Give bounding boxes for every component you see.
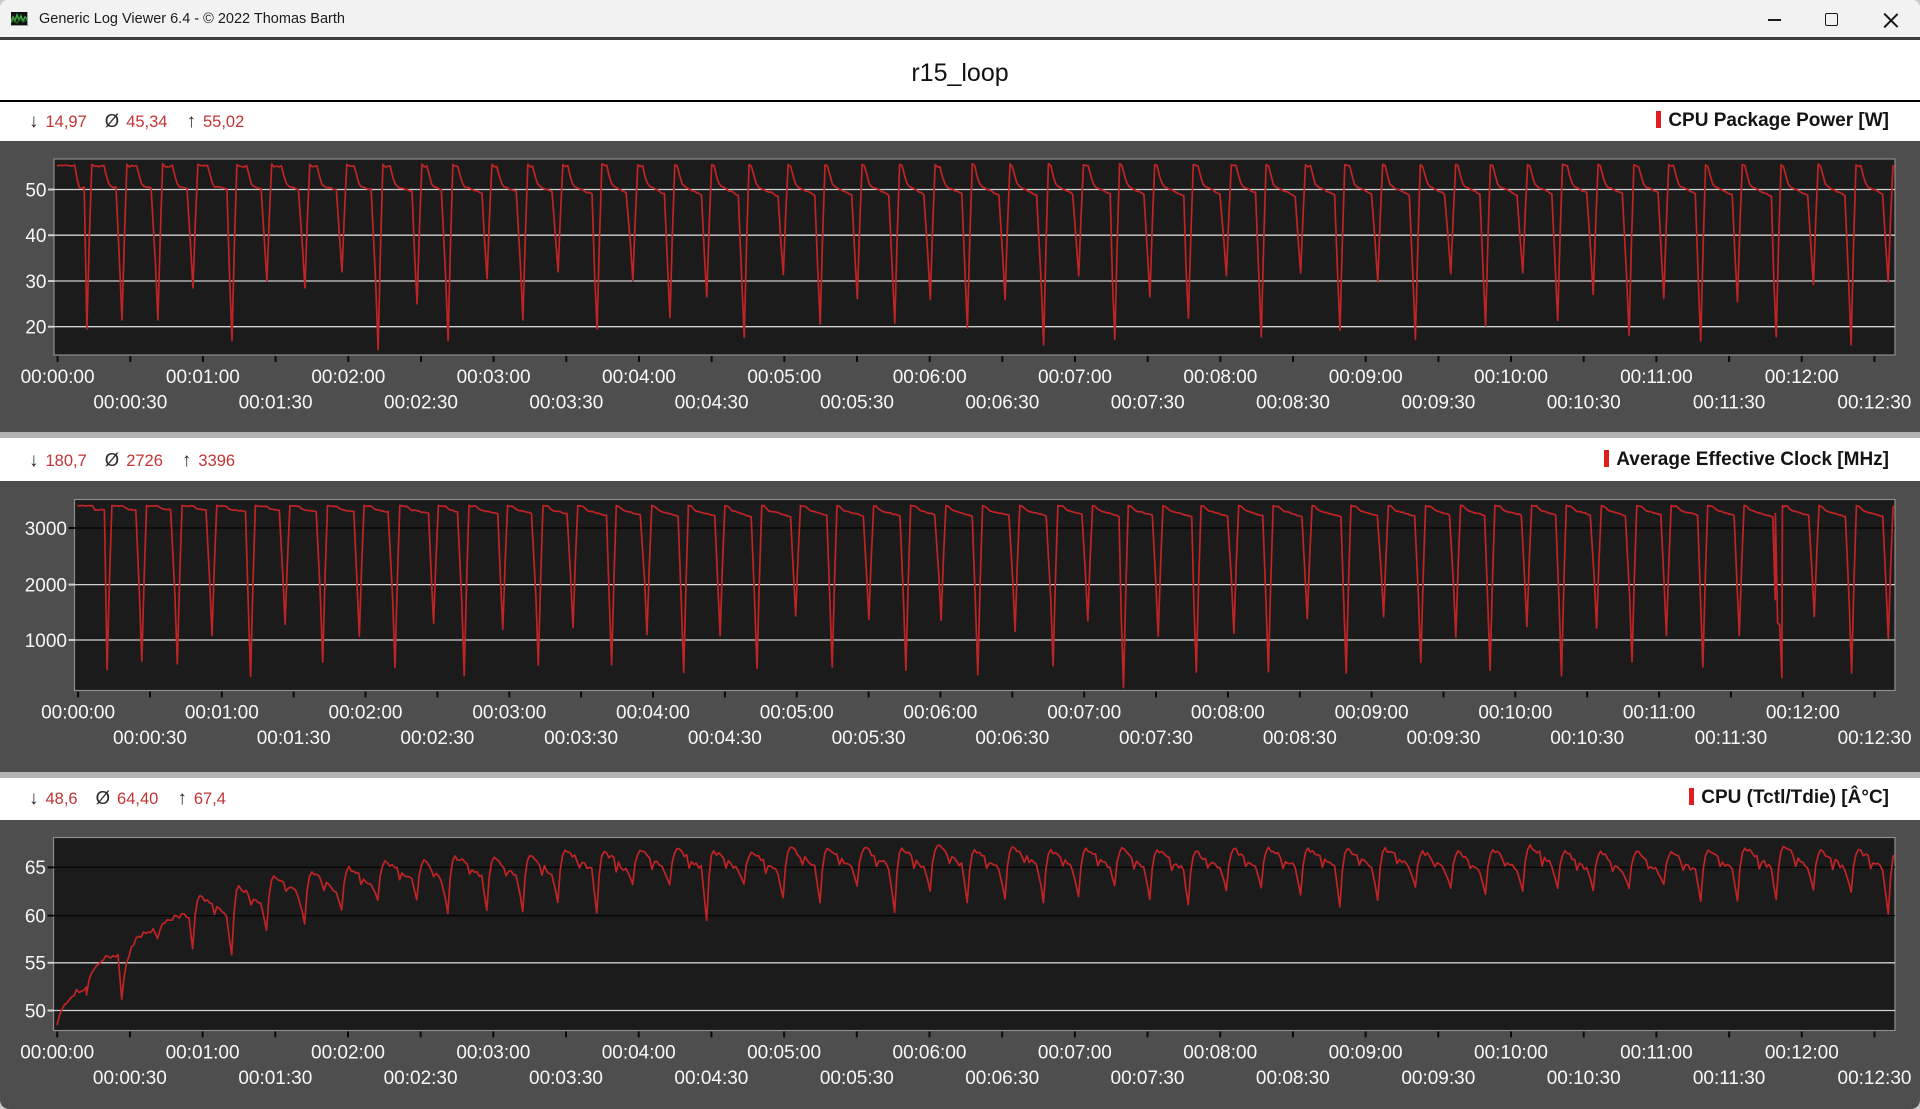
svg-text:30: 30: [25, 272, 46, 293]
svg-text:00:00:30: 00:00:30: [113, 728, 187, 749]
svg-text:00:00:30: 00:00:30: [93, 1068, 167, 1089]
svg-text:00:01:00: 00:01:00: [166, 1043, 240, 1064]
svg-text:00:04:00: 00:04:00: [616, 703, 690, 724]
svg-text:65: 65: [25, 858, 46, 879]
svg-text:00:07:30: 00:07:30: [1119, 728, 1193, 749]
svg-text:00:07:00: 00:07:00: [1038, 367, 1112, 388]
svg-text:00:08:30: 00:08:30: [1256, 393, 1330, 414]
svg-text:00:06:30: 00:06:30: [965, 393, 1039, 414]
svg-text:00:10:00: 00:10:00: [1474, 1043, 1548, 1064]
svg-text:60: 60: [25, 906, 46, 927]
svg-text:00:02:30: 00:02:30: [384, 1068, 458, 1089]
svg-text:00:05:30: 00:05:30: [820, 1068, 894, 1089]
svg-text:00:04:00: 00:04:00: [602, 367, 676, 388]
svg-text:00:06:30: 00:06:30: [965, 1068, 1039, 1089]
svg-text:00:04:30: 00:04:30: [674, 1068, 748, 1089]
svg-text:00:07:00: 00:07:00: [1047, 703, 1121, 724]
svg-text:00:11:30: 00:11:30: [1695, 728, 1768, 749]
svg-text:00:05:00: 00:05:00: [760, 703, 834, 724]
svg-text:00:03:00: 00:03:00: [456, 1043, 530, 1064]
svg-text:00:06:30: 00:06:30: [975, 728, 1049, 749]
svg-text:20: 20: [25, 318, 46, 339]
svg-text:00:02:00: 00:02:00: [311, 1043, 385, 1064]
svg-text:00:06:00: 00:06:00: [893, 367, 967, 388]
svg-text:00:09:00: 00:09:00: [1329, 1043, 1403, 1064]
svg-text:00:11:00: 00:11:00: [1620, 367, 1693, 388]
svg-text:1000: 1000: [25, 631, 67, 652]
svg-text:00:00:00: 00:00:00: [21, 367, 95, 388]
svg-text:00:02:00: 00:02:00: [311, 367, 385, 388]
svg-text:00:03:30: 00:03:30: [529, 393, 603, 414]
svg-text:00:11:00: 00:11:00: [1623, 703, 1696, 724]
svg-text:00:09:00: 00:09:00: [1329, 367, 1403, 388]
svg-text:00:03:30: 00:03:30: [529, 1068, 603, 1089]
svg-text:3000: 3000: [25, 519, 67, 540]
svg-text:00:00:00: 00:00:00: [20, 1043, 94, 1064]
svg-text:00:06:00: 00:06:00: [903, 703, 977, 724]
svg-text:00:01:30: 00:01:30: [239, 393, 313, 414]
svg-text:00:11:30: 00:11:30: [1693, 393, 1766, 414]
svg-text:00:00:30: 00:00:30: [93, 393, 167, 414]
svg-text:00:09:30: 00:09:30: [1401, 393, 1475, 414]
svg-text:50: 50: [25, 180, 46, 201]
svg-text:00:02:30: 00:02:30: [400, 728, 474, 749]
svg-text:00:00:00: 00:00:00: [41, 703, 115, 724]
svg-text:00:04:30: 00:04:30: [688, 728, 762, 749]
svg-text:00:10:30: 00:10:30: [1547, 1068, 1621, 1089]
svg-text:00:08:00: 00:08:00: [1183, 1043, 1257, 1064]
svg-text:00:12:00: 00:12:00: [1765, 367, 1839, 388]
svg-text:00:05:30: 00:05:30: [820, 393, 894, 414]
svg-text:00:05:30: 00:05:30: [832, 728, 906, 749]
svg-text:00:12:00: 00:12:00: [1766, 703, 1840, 724]
svg-text:00:01:00: 00:01:00: [166, 367, 240, 388]
svg-text:00:07:30: 00:07:30: [1111, 1068, 1185, 1089]
svg-text:00:08:00: 00:08:00: [1183, 367, 1257, 388]
svg-text:00:11:00: 00:11:00: [1620, 1043, 1693, 1064]
svg-text:00:12:30: 00:12:30: [1838, 1068, 1912, 1089]
svg-text:00:02:30: 00:02:30: [384, 393, 458, 414]
svg-text:00:02:00: 00:02:00: [329, 703, 403, 724]
svg-text:00:04:30: 00:04:30: [675, 393, 749, 414]
svg-text:00:05:00: 00:05:00: [747, 367, 821, 388]
svg-text:00:08:00: 00:08:00: [1191, 703, 1265, 724]
svg-text:00:05:00: 00:05:00: [747, 1043, 821, 1064]
svg-text:00:09:30: 00:09:30: [1407, 728, 1481, 749]
svg-text:00:07:30: 00:07:30: [1111, 393, 1185, 414]
svg-text:00:03:00: 00:03:00: [472, 703, 546, 724]
svg-text:00:10:30: 00:10:30: [1550, 728, 1624, 749]
svg-text:00:08:30: 00:08:30: [1256, 1068, 1330, 1089]
svg-text:55: 55: [25, 954, 46, 975]
svg-text:00:03:30: 00:03:30: [544, 728, 618, 749]
svg-text:00:10:00: 00:10:00: [1474, 367, 1548, 388]
svg-text:00:07:00: 00:07:00: [1038, 1043, 1112, 1064]
svg-text:00:11:30: 00:11:30: [1693, 1068, 1766, 1089]
svg-text:00:01:30: 00:01:30: [257, 728, 331, 749]
svg-text:00:12:30: 00:12:30: [1838, 728, 1912, 749]
svg-text:00:04:00: 00:04:00: [602, 1043, 676, 1064]
svg-text:00:12:00: 00:12:00: [1765, 1043, 1839, 1064]
svg-text:00:10:00: 00:10:00: [1478, 703, 1552, 724]
svg-text:00:03:00: 00:03:00: [457, 367, 531, 388]
svg-text:00:01:00: 00:01:00: [185, 703, 259, 724]
svg-text:00:09:30: 00:09:30: [1401, 1068, 1475, 1089]
svg-text:00:01:30: 00:01:30: [238, 1068, 312, 1089]
svg-text:00:09:00: 00:09:00: [1335, 703, 1409, 724]
svg-text:2000: 2000: [25, 575, 67, 596]
svg-text:00:06:00: 00:06:00: [893, 1043, 967, 1064]
svg-text:00:08:30: 00:08:30: [1263, 728, 1337, 749]
svg-text:40: 40: [25, 226, 46, 247]
svg-text:50: 50: [25, 1001, 46, 1022]
svg-text:00:12:30: 00:12:30: [1837, 393, 1911, 414]
svg-text:00:10:30: 00:10:30: [1547, 393, 1621, 414]
